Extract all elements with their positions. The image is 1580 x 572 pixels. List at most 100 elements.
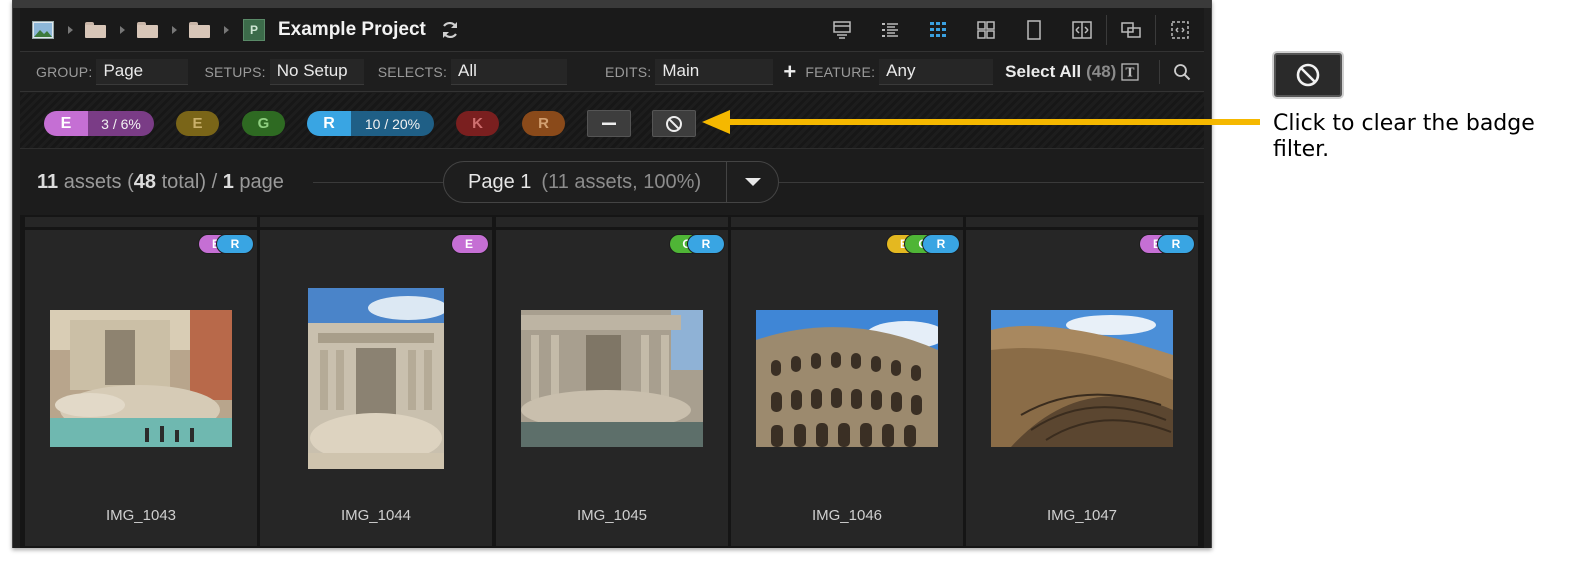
callout-clear-filter-button <box>1274 53 1342 97</box>
large-grid-icon <box>977 21 995 39</box>
title-bar: P Example Project <box>20 8 1204 52</box>
small-grid-icon <box>930 22 946 37</box>
page-info: (11 assets, 100%) <box>541 170 702 193</box>
selects-select[interactable]: All <box>451 58 568 85</box>
asset-badge: R <box>687 234 725 254</box>
breadcrumb-separator <box>68 25 73 34</box>
asset-name: IMG_1044 <box>340 507 412 524</box>
asset-count: 11 <box>37 171 59 193</box>
search-icon <box>1174 64 1191 81</box>
asset-tile[interactable]: ER IMG_1043 <box>25 230 257 546</box>
group-label: GROUP: <box>36 63 93 80</box>
asset-tile[interactable]: EGR IMG_1046 <box>731 230 963 546</box>
view-fullscreen-button[interactable] <box>1156 8 1204 52</box>
asset-thumbnail <box>308 288 444 469</box>
badge-filter-g-green[interactable]: G <box>242 111 285 136</box>
list-view-icon <box>882 23 898 37</box>
asset-tile[interactable]: ER IMG_1047 <box>966 230 1198 546</box>
badge-filter-e-yellow[interactable]: E <box>176 111 219 136</box>
view-single-button[interactable] <box>1010 8 1058 52</box>
page-row: 11 assets (48 total) / 1 page Page 1 (11… <box>20 149 1204 215</box>
clear-filter-icon <box>1296 63 1320 87</box>
view-overlay-button[interactable] <box>1107 8 1155 52</box>
folder-icon[interactable] <box>85 21 106 38</box>
project-icon[interactable]: P <box>243 18 265 41</box>
clear-filter-icon <box>666 115 682 132</box>
setups-select[interactable]: No Setup <box>269 58 364 85</box>
asset-thumbnail <box>521 310 703 447</box>
refresh-icon[interactable] <box>440 20 460 40</box>
text-overlay-button[interactable]: T <box>1118 52 1142 92</box>
page-count: 1 <box>222 171 234 193</box>
filter-toolbar: GROUP: Page SETUPS: No Setup SELECTS: Al… <box>20 52 1204 92</box>
asset-name: IMG_1047 <box>1046 507 1118 524</box>
edits-select[interactable]: Main <box>655 58 774 85</box>
minus-icon <box>602 122 616 125</box>
asset-badge: R <box>922 234 960 254</box>
asset-name: IMG_1045 <box>576 507 648 524</box>
view-compare-button[interactable] <box>1058 8 1106 52</box>
page-word: page <box>239 171 284 193</box>
breadcrumb-separator <box>172 25 177 34</box>
badge-filter-r-blue[interactable]: R 10 / 20% <box>307 111 434 136</box>
assets-word: assets <box>63 171 122 193</box>
folder-icon[interactable] <box>189 21 210 38</box>
total-word: total <box>161 171 200 193</box>
select-all-button[interactable]: Select All <box>1005 62 1081 82</box>
asset-badge: R <box>216 234 254 254</box>
tile-top-strip <box>25 217 257 227</box>
total-count: 48 <box>133 171 156 193</box>
asset-thumbnail <box>991 310 1173 447</box>
badge-letter: K <box>456 111 499 136</box>
tile-top-strip <box>731 217 963 227</box>
asset-tile[interactable]: E IMG_1044 <box>260 230 492 546</box>
view-mode-toolbar <box>818 8 1204 52</box>
tile-top-strip <box>496 217 728 227</box>
toolbar-divider <box>1159 60 1160 84</box>
breadcrumb-separator <box>120 25 125 34</box>
asset-tile[interactable]: GR IMG_1045 <box>496 230 728 546</box>
page-dropdown-button[interactable] <box>727 162 779 202</box>
badge-filter-e-purple[interactable]: E 3 / 6% <box>44 111 154 136</box>
asset-badges: ER <box>1139 234 1195 254</box>
text-icon: T <box>1121 63 1139 81</box>
window-top-edge <box>13 0 1211 8</box>
asset-badges: E <box>451 234 489 254</box>
tile-top-strip <box>260 217 492 227</box>
edits-label: EDITS: <box>605 63 652 80</box>
search-button[interactable] <box>1170 52 1194 92</box>
badge-stat: 3 / 6% <box>88 111 154 136</box>
view-table-button[interactable] <box>818 8 866 52</box>
divider-line <box>779 182 1204 183</box>
page-selector[interactable]: Page 1 (11 assets, 100%) <box>443 161 779 203</box>
clear-badge-filter-button[interactable] <box>652 110 696 137</box>
view-large-grid-button[interactable] <box>962 8 1010 52</box>
asset-name: IMG_1043 <box>105 507 177 524</box>
asset-badge: R <box>1157 234 1195 254</box>
view-list-button[interactable] <box>866 8 914 52</box>
badge-filter-k-red[interactable]: K <box>456 111 499 136</box>
compare-icon <box>1072 21 1092 39</box>
app-content: P Example Project GROUP: Page SETUPS: No… <box>20 8 1204 548</box>
group-select[interactable]: Page <box>96 58 189 85</box>
select-all-count: (48) <box>1086 61 1117 81</box>
add-edit-button[interactable]: + <box>783 59 799 85</box>
table-view-icon <box>833 21 851 39</box>
folder-icon[interactable] <box>137 21 158 38</box>
callout-text: Click to clear the badge filter. <box>1273 111 1535 162</box>
selects-label: SELECTS: <box>377 63 448 80</box>
asset-badges: EGR <box>886 234 960 254</box>
setups-label: SETUPS: <box>204 63 266 80</box>
badge-filter-r-orange[interactable]: R <box>522 111 565 136</box>
badge-letter: E <box>176 111 219 136</box>
divider-line <box>313 182 443 183</box>
feature-select[interactable]: Any <box>879 58 994 85</box>
image-library-icon[interactable] <box>32 20 54 39</box>
asset-summary: 11 assets (48 total) / 1 page <box>37 171 284 193</box>
project-title[interactable]: Example Project <box>278 19 426 41</box>
tile-top-strip <box>966 217 1198 227</box>
view-small-grid-button[interactable] <box>914 8 962 52</box>
svg-text:T: T <box>1126 66 1135 80</box>
badge-filter-minus-button[interactable] <box>587 110 631 137</box>
asset-name: IMG_1046 <box>811 507 883 524</box>
